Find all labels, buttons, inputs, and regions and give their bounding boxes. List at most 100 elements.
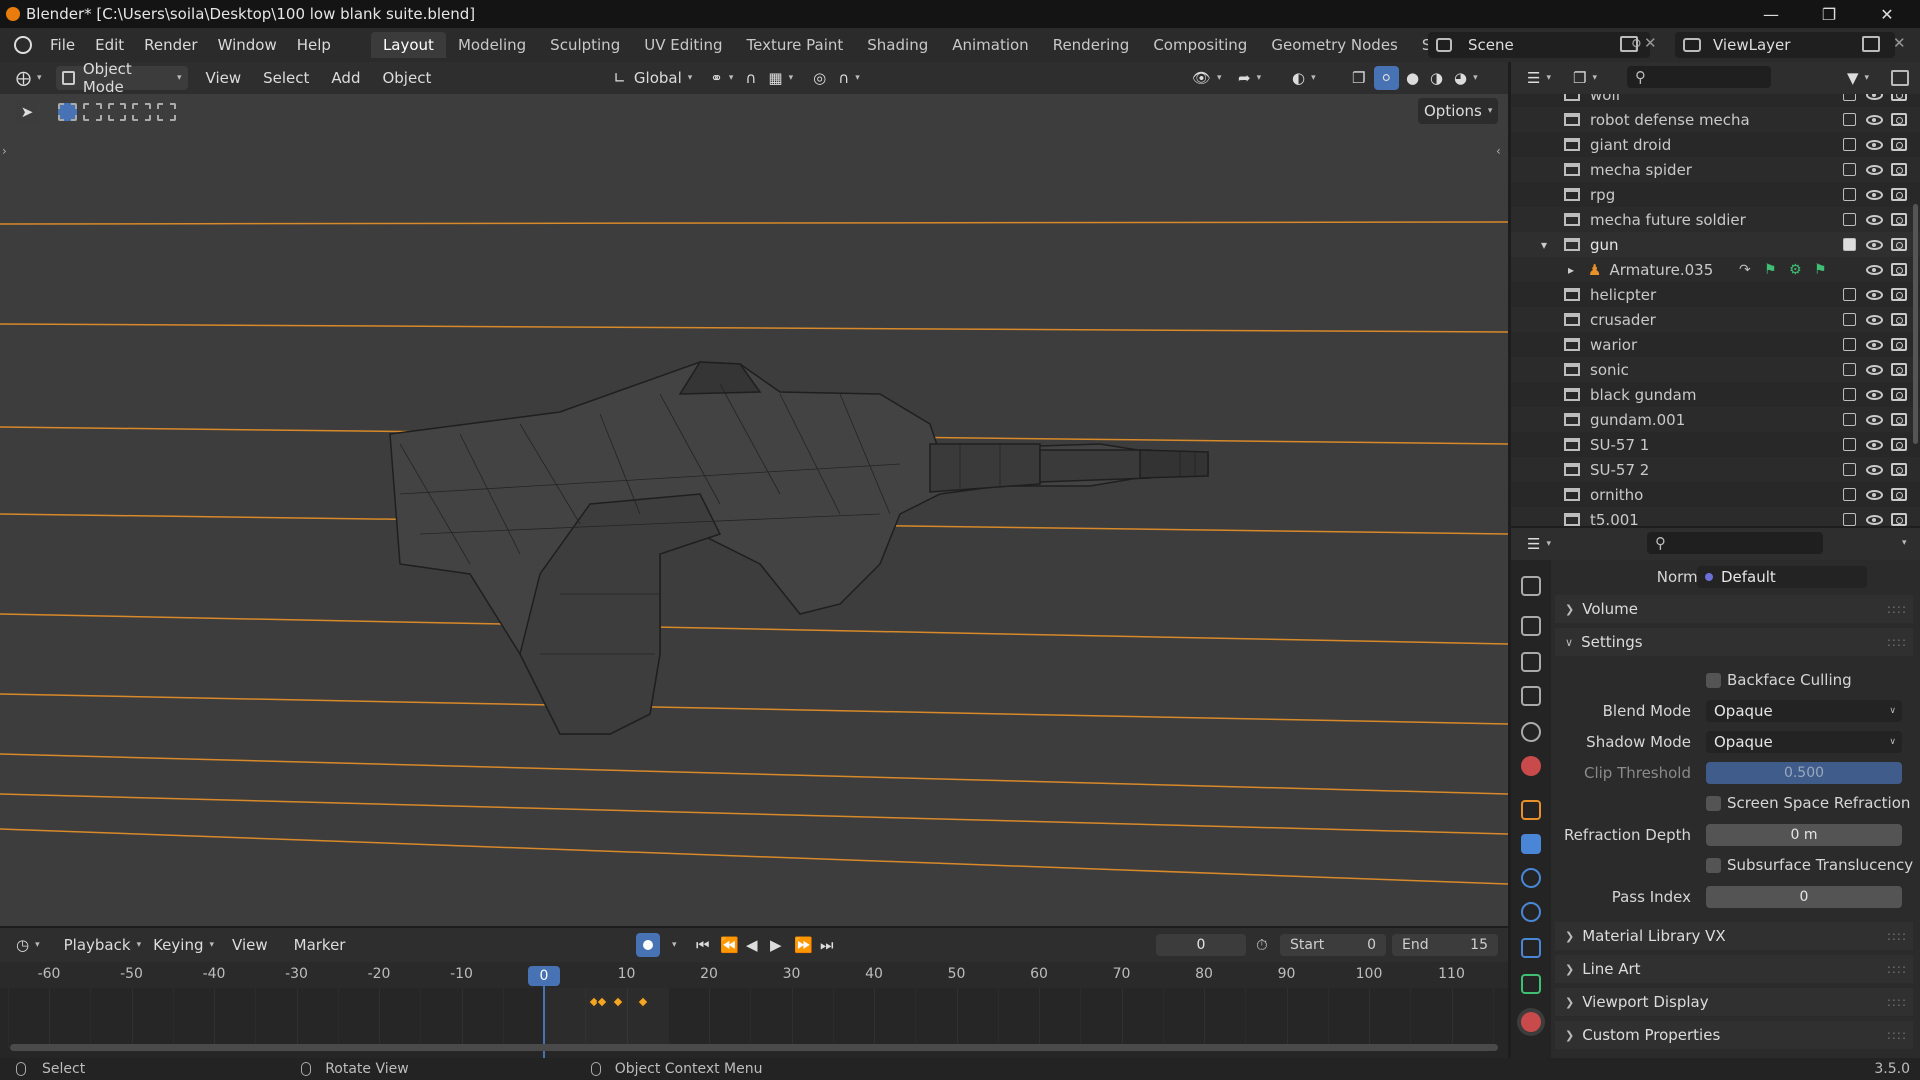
properties-editor-type-button[interactable]: ☰ ▾ xyxy=(1521,532,1557,556)
overlay-toggle[interactable]: ◐ ▾ xyxy=(1286,66,1322,90)
object-tab-icon[interactable] xyxy=(1521,800,1541,820)
select-intersect-icon[interactable] xyxy=(157,103,176,121)
outliner-collection-row[interactable]: crusader xyxy=(1511,307,1920,332)
filter-button[interactable]: ▼ ▾ xyxy=(1841,66,1875,90)
editor-type-button[interactable]: ⨁ ▾ xyxy=(10,66,48,90)
eye-icon[interactable] xyxy=(1866,114,1883,125)
camera-icon[interactable] xyxy=(1891,463,1907,476)
menu-render[interactable]: Render xyxy=(134,36,207,54)
refraction-depth-field[interactable]: 0 m xyxy=(1706,824,1902,846)
outliner-collection-row[interactable]: wolf xyxy=(1511,94,1920,107)
drag-handle-icon[interactable]: :::: xyxy=(1887,602,1907,616)
camera-icon[interactable] xyxy=(1891,94,1907,101)
new-scene-icon[interactable] xyxy=(1620,36,1638,52)
bone-icon[interactable]: ⚑ xyxy=(1764,262,1777,278)
exclude-checkbox[interactable] xyxy=(1843,163,1856,176)
options-dropdown[interactable]: Options ▾ xyxy=(1418,98,1499,124)
blender-menu-icon[interactable] xyxy=(14,36,32,54)
drag-handle-icon[interactable]: :::: xyxy=(1887,962,1907,976)
keyframe-diamond[interactable] xyxy=(596,996,608,1008)
eye-icon[interactable] xyxy=(1866,389,1883,400)
new-view-layer-icon[interactable] xyxy=(1862,36,1880,52)
exclude-checkbox[interactable] xyxy=(1843,388,1856,401)
jump-next-keyframe-icon[interactable]: ⏩ xyxy=(794,936,813,954)
viewport-canvas[interactable] xyxy=(0,94,1508,926)
camera-icon[interactable] xyxy=(1891,363,1907,376)
tab-rendering[interactable]: Rendering xyxy=(1041,32,1142,58)
exclude-checkbox[interactable] xyxy=(1843,213,1856,226)
exclude-checkbox[interactable] xyxy=(1843,338,1856,351)
camera-icon[interactable] xyxy=(1891,163,1907,176)
tab-sculpting[interactable]: Sculpting xyxy=(538,32,632,58)
delete-view-layer-icon[interactable]: ✕ xyxy=(1893,34,1906,52)
eye-icon[interactable] xyxy=(1866,489,1883,500)
world-tab-icon[interactable] xyxy=(1521,756,1541,776)
eye-icon[interactable] xyxy=(1866,289,1883,300)
expand-arrow-icon[interactable]: ▾ xyxy=(1541,238,1547,252)
menu-file[interactable]: File xyxy=(40,36,85,54)
eye-icon[interactable] xyxy=(1866,314,1883,325)
menu-window[interactable]: Window xyxy=(208,36,287,54)
outliner-collection-row[interactable]: ▾ gun xyxy=(1511,232,1920,257)
timeline-menu-marker[interactable]: Marker xyxy=(288,933,352,957)
scene-selector[interactable]: Scene ⚲ xyxy=(1428,32,1650,58)
select-new-icon[interactable] xyxy=(58,103,77,121)
eye-icon[interactable] xyxy=(1866,94,1883,100)
outliner-collection-row[interactable]: ornitho xyxy=(1511,482,1920,507)
eye-icon[interactable] xyxy=(1866,339,1883,350)
playhead-frame-indicator[interactable]: 0 xyxy=(528,966,560,986)
backface-culling-checkbox[interactable] xyxy=(1706,673,1721,688)
display-mode-button[interactable]: ❐ ▾ xyxy=(1567,66,1603,90)
minimize-button[interactable]: — xyxy=(1742,0,1800,28)
exclude-checkbox[interactable] xyxy=(1843,113,1856,126)
viewport-menu-view[interactable]: View xyxy=(200,66,248,90)
jump-start-icon[interactable]: ⏮ xyxy=(696,936,710,954)
transform-orientation-dropdown[interactable]: ∟ Global ▾ xyxy=(607,66,698,90)
viewport-menu-object[interactable]: Object xyxy=(376,66,437,90)
eye-icon[interactable] xyxy=(1866,214,1883,225)
outliner-collection-row[interactable]: SU-57 2 xyxy=(1511,457,1920,482)
screen-space-refraction-checkbox[interactable] xyxy=(1706,796,1721,811)
outliner-collection-row[interactable]: t5.001 xyxy=(1511,507,1920,526)
tab-uv-editing[interactable]: UV Editing xyxy=(632,32,734,58)
snap-target-button[interactable]: ▦ ▾ xyxy=(762,66,799,90)
settings-panel[interactable]: ∨ Settings:::: xyxy=(1555,628,1913,656)
select-subtract-icon[interactable] xyxy=(107,103,127,121)
exclude-checkbox[interactable] xyxy=(1843,463,1856,476)
output-tab-icon[interactable] xyxy=(1521,652,1541,672)
outliner-collection-row[interactable]: gundam.001 xyxy=(1511,407,1920,432)
play-reverse-icon[interactable]: ◀ xyxy=(746,936,758,954)
menu-help[interactable]: Help xyxy=(287,36,341,54)
camera-icon[interactable] xyxy=(1891,388,1907,401)
jump-end-icon[interactable]: ⏭ xyxy=(820,936,834,954)
camera-icon[interactable] xyxy=(1891,213,1907,226)
outliner-collection-row[interactable]: warior xyxy=(1511,332,1920,357)
outliner-scrollbar[interactable] xyxy=(1913,204,1918,444)
camera-icon[interactable] xyxy=(1891,338,1907,351)
new-collection-icon[interactable] xyxy=(1891,70,1909,86)
viewport-menu-select[interactable]: Select xyxy=(257,66,315,90)
timeline-menu-view[interactable]: View xyxy=(226,933,274,957)
clip-threshold-field[interactable]: 0.500 xyxy=(1706,762,1902,784)
properties-options-icon[interactable]: ▾ xyxy=(1902,538,1907,548)
outliner-collection-row[interactable]: mecha future soldier xyxy=(1511,207,1920,232)
wireframe-shading-button[interactable]: ⚪ xyxy=(1374,66,1399,90)
frame-ruler[interactable]: -60 -50 -40 -30 -20 -10 0 10 20 30 40 50 60 70 80 90 100… xyxy=(0,962,1508,988)
data-tab-icon[interactable] xyxy=(1521,974,1541,994)
tab-layout[interactable]: Layout xyxy=(370,32,446,58)
pose-icon[interactable]: ↷ xyxy=(1739,262,1751,278)
tab-modeling[interactable]: Modeling xyxy=(446,32,538,58)
blend-mode-dropdown[interactable]: Opaque ∨ xyxy=(1706,700,1902,722)
outliner-collection-row[interactable]: giant droid xyxy=(1511,132,1920,157)
outliner-editor-type-button[interactable]: ☰ ▾ xyxy=(1521,66,1557,90)
timeline-body[interactable]: -60 -50 -40 -30 -20 -10 0 10 20 30 40 50 60 70 80 90 100… xyxy=(0,962,1508,1058)
modifier-tab-icon[interactable] xyxy=(1521,834,1541,854)
subsurface-translucency-checkbox[interactable] xyxy=(1706,858,1721,873)
exclude-checkbox[interactable] xyxy=(1843,363,1856,376)
rig-icon[interactable]: ⚑ xyxy=(1814,262,1827,278)
outliner-collection-row[interactable]: rpg xyxy=(1511,182,1920,207)
line-art-panel[interactable]: ❯ Line Art:::: xyxy=(1555,955,1913,983)
visibility-button[interactable]: 👁 ▾ xyxy=(1186,66,1228,90)
jump-prev-keyframe-icon[interactable]: ⏪ xyxy=(720,936,739,954)
camera-icon[interactable] xyxy=(1891,138,1907,151)
